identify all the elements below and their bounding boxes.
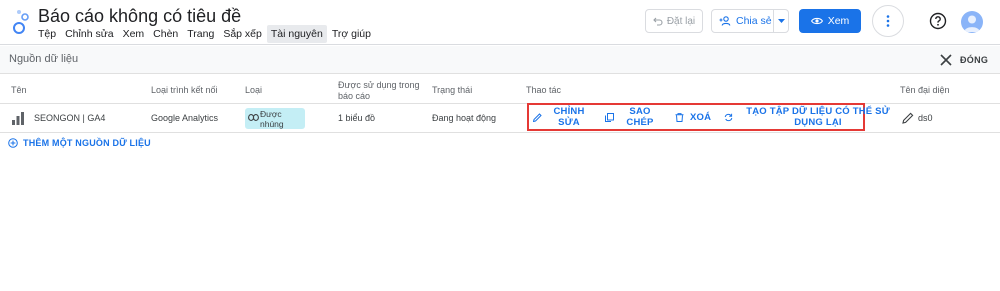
add-data-source-button[interactable]: THÊM MỘT NGUỒN DỮ LIỆU [8,138,151,148]
reusable-label-line2: DỤNG LẠI [794,117,842,128]
trash-icon[interactable] [675,113,684,122]
close-button[interactable]: ĐÓNG [960,55,988,65]
share-dropdown-toggle[interactable] [774,19,788,23]
status-text: Đang hoạt động [432,113,497,123]
column-header-status: Trạng thái [432,85,473,95]
column-header-used-in: Được sử dụng trong báo cáo [338,80,420,102]
share-label: Chia sẻ [736,15,772,27]
user-avatar[interactable] [961,11,983,33]
column-header-actions: Thao tác [526,85,562,95]
close-icon[interactable] [940,54,952,66]
eye-icon [810,17,823,25]
link-icon [248,114,259,121]
add-person-icon [719,16,731,26]
menu-page[interactable]: Trang [183,25,218,43]
column-header-used-in-line2: báo cáo [338,91,371,101]
source-name[interactable]: SEONGON | GA4 [34,113,105,124]
connector-type: Google Analytics [151,113,219,123]
column-header-type: Loại [245,85,263,95]
menu-file[interactable]: Tệp [34,25,60,43]
edit-button[interactable]: CHỈNH SỬA [547,106,591,128]
report-title[interactable]: Báo cáo không có tiêu đề [38,6,241,27]
menu-help[interactable]: Trợ giúp [328,25,375,43]
embedded-badge-label: Được nhúng [260,109,284,129]
add-circle-icon [8,138,18,148]
delete-button[interactable]: XOÁ [690,112,711,123]
menu-arrange[interactable]: Sắp xếp [219,25,266,43]
undo-icon [653,17,663,26]
column-header-used-in-line1: Được sử dụng trong [338,80,420,90]
copy-label-line1: SAO [629,106,651,117]
create-reusable-dataset-button[interactable]: TẠO TẬP DỮ LIỆU CÓ THỂ SỬ DỤNG LẠI [746,106,890,128]
menu-edit[interactable]: Chỉnh sửa [61,25,117,43]
menu-bar: Tệp Chỉnh sửa Xem Chèn Trang Sắp xếp Tài… [34,25,376,43]
reset-label: Đặt lại [666,15,696,27]
reset-button[interactable]: Đặt lại [645,9,703,33]
share-main[interactable]: Chia sẻ [712,10,774,32]
column-header-alias: Tên đại diện [900,85,950,95]
menu-view[interactable]: Xem [119,25,149,43]
embedded-badge-line2: nhúng [260,119,284,129]
edit-label-line2: SỬA [558,117,580,128]
pencil-icon[interactable] [902,112,914,124]
help-icon[interactable] [929,12,947,30]
share-button[interactable]: Chia sẻ [711,9,789,33]
reusable-label-line1: TẠO TẬP DỮ LIỆU CÓ THỂ SỬ [746,106,890,117]
copy-label-line2: CHÉP [626,117,654,128]
embedded-badge: Được nhúng [245,108,305,129]
menu-insert[interactable]: Chèn [149,25,182,43]
edit-icon[interactable] [533,113,542,122]
data-sources-panel-header: Nguồn dữ liệu ĐÓNG [0,46,1000,74]
embedded-badge-line1: Được [260,109,282,119]
more-vert-icon [886,15,890,27]
view-label: Xem [827,15,850,27]
person-icon [964,15,980,32]
looker-studio-logo-icon[interactable] [10,9,32,35]
copy-button[interactable]: SAO CHÉP [618,106,662,128]
alias-value[interactable]: ds0 [918,113,933,124]
panel-title: Nguồn dữ liệu [9,53,79,65]
caret-down-icon [777,19,785,23]
column-header-connector: Loại trình kết nối [151,85,218,95]
edit-label-line1: CHỈNH [553,106,585,117]
reusable-icon[interactable] [724,113,733,122]
menu-resource[interactable]: Tài nguyên [266,25,327,43]
more-options-button[interactable] [872,5,904,37]
google-analytics-icon [12,112,24,125]
add-data-source-label: THÊM MỘT NGUỒN DỮ LIỆU [23,138,151,148]
copy-icon[interactable] [605,113,614,122]
used-in-count: 1 biểu đồ [338,113,376,123]
column-header-name: Tên [11,85,27,95]
view-button[interactable]: Xem [799,9,861,33]
app-bar: Báo cáo không có tiêu đề Tệp Chỉnh sửa X… [0,0,1000,44]
